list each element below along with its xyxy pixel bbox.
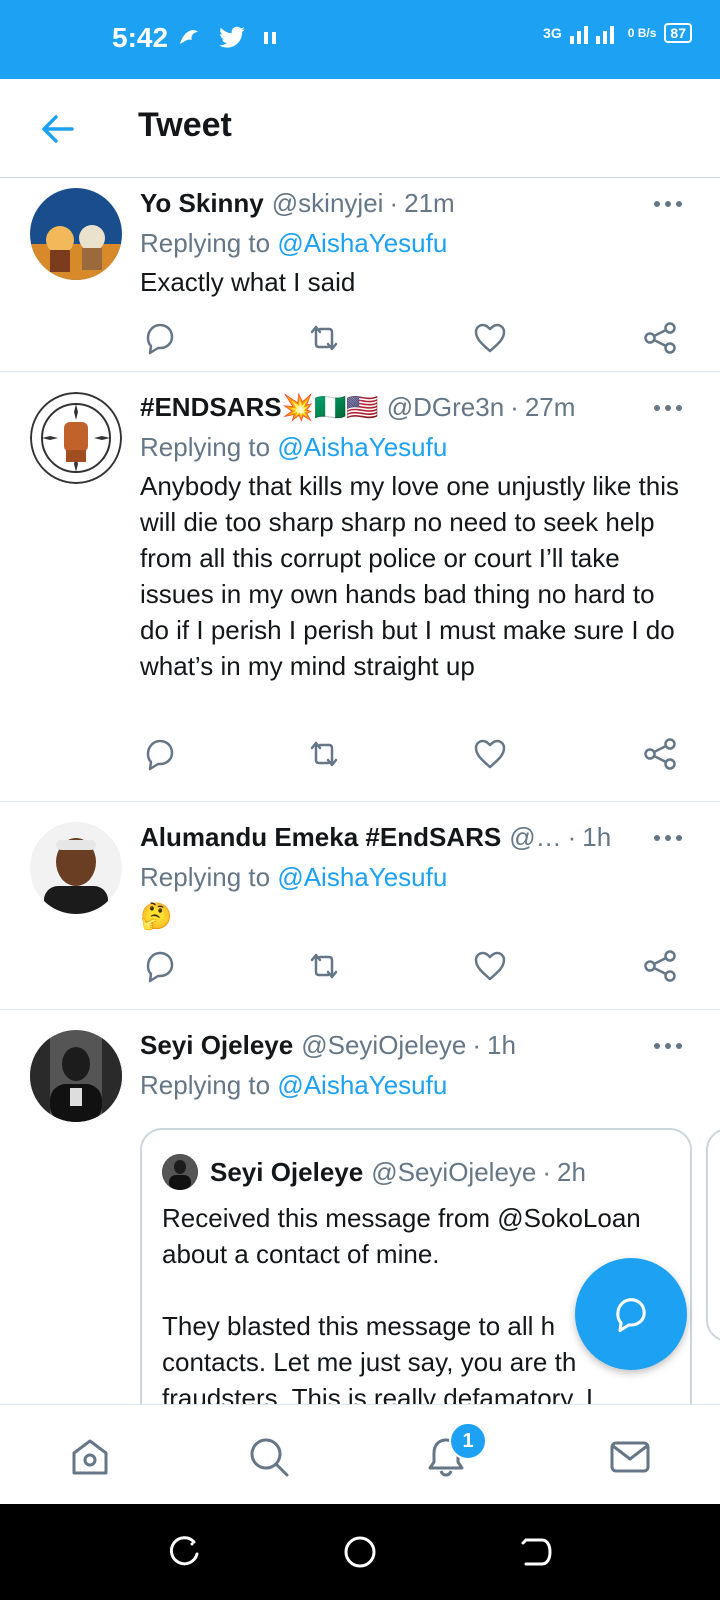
share-icon[interactable] <box>640 318 680 358</box>
quoted-tweet-header: Seyi Ojeleye @SeyiOjeleye · 2h <box>162 1154 586 1190</box>
replying-prefix: Replying to <box>140 1070 271 1100</box>
mention-link[interactable]: @AishaYesufu <box>277 1070 447 1100</box>
tweet-text: Exactly what I said <box>140 267 356 297</box>
reply-icon[interactable] <box>140 734 180 774</box>
tweet-header: #ENDSARS💥🇳🇬🇺🇸 @DGre3n · 27m <box>140 392 660 423</box>
separator: · <box>542 1156 552 1187</box>
home-icon[interactable] <box>68 1435 112 1479</box>
tweet-time: 2h <box>557 1156 586 1187</box>
author-handle: @SeyiOjeleye <box>371 1156 537 1187</box>
arrow-left-icon <box>42 115 74 143</box>
separator: · <box>472 1030 482 1060</box>
tweet-1[interactable]: Yo Skinny @skinyjei · 21m Replying to @A… <box>0 178 720 372</box>
retweet-icon[interactable] <box>304 946 344 986</box>
app-bar: Tweet <box>0 79 720 178</box>
author-name[interactable]: Seyi Ojeleye <box>140 1030 293 1061</box>
tweet-header: Seyi Ojeleye @SeyiOjeleye · 1h <box>140 1030 660 1061</box>
like-icon[interactable] <box>470 318 510 358</box>
twitter-bird-icon <box>219 26 245 48</box>
avatar[interactable] <box>30 392 122 484</box>
pause-icon <box>264 32 276 44</box>
more-options-button[interactable] <box>654 1036 686 1056</box>
separator: · <box>389 188 399 218</box>
home-button-icon[interactable] <box>340 1532 380 1572</box>
mention-link[interactable]: @AishaYesufu <box>277 862 447 892</box>
separator: · <box>567 822 577 852</box>
page-title: Tweet <box>138 106 232 144</box>
more-options-button[interactable] <box>654 398 686 418</box>
notification-badge: 1 <box>449 1422 487 1460</box>
tweet-text: Anybody that kills my love one unjustly … <box>140 471 680 681</box>
share-icon[interactable] <box>640 946 680 986</box>
back-button[interactable] <box>36 107 80 151</box>
back-nav-icon[interactable] <box>516 1532 556 1572</box>
network-type: 3G <box>543 25 562 41</box>
retweet-icon[interactable] <box>304 734 344 774</box>
tweet-actions <box>140 946 688 986</box>
retweet-icon[interactable] <box>304 318 344 358</box>
more-options-button[interactable] <box>654 828 686 848</box>
status-time: 5:42 <box>112 22 169 53</box>
avatar[interactable] <box>30 188 122 280</box>
adjacent-card <box>706 1128 720 1342</box>
tweet-header: Alumandu Emeka #EndSARS @… · 1h <box>140 822 660 853</box>
author-handle[interactable]: @skinyjei <box>272 188 384 219</box>
share-icon[interactable] <box>640 734 680 774</box>
bottom-nav <box>0 1404 720 1505</box>
like-icon[interactable] <box>470 734 510 774</box>
tweet-time: 1h <box>582 822 612 852</box>
messages-icon[interactable] <box>608 1435 652 1479</box>
tweet-time: 27m <box>524 392 576 422</box>
author-name[interactable]: #ENDSARS💥🇳🇬🇺🇸 <box>140 392 379 423</box>
separator: · <box>510 392 519 422</box>
avatar[interactable] <box>30 1030 122 1122</box>
data-rate: 0 B/s <box>627 26 657 40</box>
author-handle[interactable]: @DGre3n <box>387 392 504 423</box>
author-handle[interactable]: @… <box>509 822 561 853</box>
replying-prefix: Replying to <box>140 432 271 462</box>
replying-prefix: Replying to <box>140 862 271 892</box>
search-icon[interactable] <box>247 1435 291 1479</box>
replying-to: Replying to @AishaYesufu <box>140 432 447 463</box>
tweet-text: 🤔 <box>140 901 173 931</box>
signal-icon <box>569 26 614 44</box>
tweet-time: 1h <box>487 1030 516 1060</box>
like-icon[interactable] <box>470 946 510 986</box>
mention-link[interactable]: @AishaYesufu <box>277 432 447 462</box>
tweet-time: 21m <box>404 188 455 218</box>
avatar[interactable] <box>30 822 122 914</box>
tweet-actions <box>140 318 688 358</box>
tweet-2[interactable]: #ENDSARS💥🇳🇬🇺🇸 @DGre3n · 27m Replying to … <box>0 372 720 802</box>
replying-to: Replying to @AishaYesufu <box>140 1070 447 1101</box>
author-name: Seyi Ojeleye <box>210 1156 364 1187</box>
replying-prefix: Replying to <box>140 228 271 258</box>
tweet-actions <box>140 734 688 774</box>
author-handle[interactable]: @SeyiOjeleye <box>301 1030 466 1061</box>
recent-apps-icon[interactable] <box>164 1532 204 1572</box>
compose-reply-button[interactable] <box>575 1258 687 1370</box>
tweet-header: Yo Skinny @skinyjei · 21m <box>140 188 660 219</box>
avatar <box>162 1154 198 1190</box>
replying-to: Replying to @AishaYesufu <box>140 228 447 259</box>
author-name[interactable]: Yo Skinny <box>140 188 264 219</box>
reply-icon[interactable] <box>140 946 180 986</box>
tweet-3[interactable]: Alumandu Emeka #EndSARS @… · 1h Replying… <box>0 802 720 1010</box>
status-bar: 5:42 3G 0 B/s 87 <box>0 0 720 79</box>
system-nav-bar <box>0 1504 720 1600</box>
more-options-button[interactable] <box>654 194 686 214</box>
replying-to: Replying to @AishaYesufu <box>140 862 447 893</box>
author-name[interactable]: Alumandu Emeka #EndSARS <box>140 822 501 853</box>
reply-icon[interactable] <box>140 318 180 358</box>
mention-link[interactable]: @AishaYesufu <box>277 228 447 258</box>
app-status-icon <box>180 30 198 44</box>
reply-icon <box>616 1298 646 1333</box>
battery-indicator: 87 <box>664 23 692 43</box>
